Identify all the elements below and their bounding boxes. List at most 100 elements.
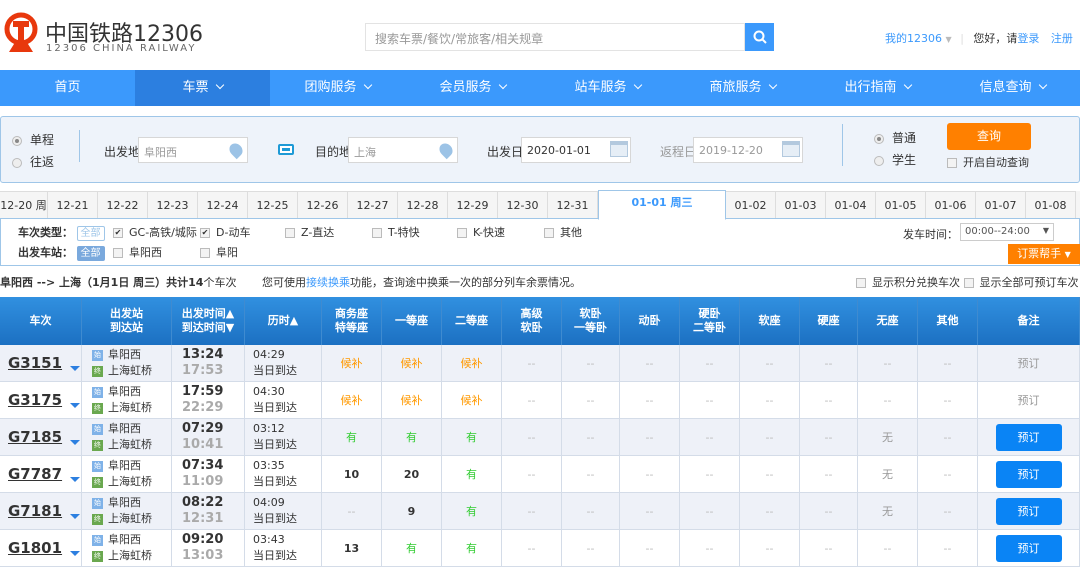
seat-availability[interactable]: 有: [406, 540, 417, 556]
expand-stops-icon[interactable]: [70, 365, 81, 371]
nav-business[interactable]: 商旅服务: [675, 70, 810, 106]
oneway-radio[interactable]: 单程: [12, 131, 54, 148]
nav-station[interactable]: 站车服务: [540, 70, 675, 106]
transfer-link[interactable]: 接续换乘: [306, 276, 350, 289]
seat-availability[interactable]: 有: [466, 429, 477, 445]
duration: 04:30: [253, 385, 285, 398]
seat-availability[interactable]: 候补: [461, 355, 483, 371]
seat-availability[interactable]: 有: [466, 540, 477, 556]
stations-cell: 始阜阳西终上海虹桥: [82, 382, 172, 418]
type-other-checkbox[interactable]: 其他: [544, 224, 582, 240]
seat-availability[interactable]: 有: [346, 429, 357, 445]
train-number-link[interactable]: G3151: [8, 354, 62, 372]
train-number-link[interactable]: G3175: [8, 391, 62, 409]
seat-availability[interactable]: 20: [404, 468, 419, 481]
booking-helper-button[interactable]: 订票帮手 ▼: [1008, 244, 1080, 264]
type-t-checkbox[interactable]: T-特快: [372, 224, 420, 240]
station-fuyang-checkbox[interactable]: 阜阳: [200, 244, 238, 260]
seat-availability[interactable]: 有: [406, 429, 417, 445]
nav-info[interactable]: 信息查询: [945, 70, 1080, 106]
seat-availability[interactable]: 有: [466, 466, 477, 482]
login-link[interactable]: 登录: [1017, 32, 1039, 45]
train-number-link[interactable]: G1801: [8, 539, 62, 557]
date-tab-selected[interactable]: 01-01 周三: [598, 190, 726, 220]
station-all-button[interactable]: 全部: [76, 246, 105, 261]
expand-stops-icon[interactable]: [70, 402, 81, 408]
type-k-checkbox[interactable]: K-快速: [457, 224, 505, 240]
date-tab[interactable]: 12-30: [498, 191, 548, 218]
date-tab[interactable]: 12-29: [448, 191, 498, 218]
date-tab[interactable]: 01-04: [826, 191, 876, 218]
my12306-link[interactable]: 我的12306: [885, 32, 942, 45]
seat-availability[interactable]: 候补: [341, 355, 363, 371]
query-button[interactable]: 查询: [947, 123, 1031, 150]
date-tab[interactable]: 01-08: [1026, 191, 1076, 218]
site-search-input[interactable]: 搜索车票/餐饮/常旅客/相关规章: [365, 23, 745, 51]
expand-stops-icon[interactable]: [70, 439, 81, 445]
seat-availability[interactable]: 候补: [401, 355, 423, 371]
expand-stops-icon[interactable]: [70, 476, 81, 482]
nav-tickets[interactable]: 车票: [135, 70, 270, 106]
train-type-label: 车次类型：: [18, 226, 73, 239]
station-fuyangxi-checkbox[interactable]: 阜阳西: [113, 244, 162, 260]
date-tab[interactable]: 01-07: [976, 191, 1026, 218]
column-header: 备注: [978, 297, 1080, 345]
depart-time-label: 发车时间：: [903, 228, 958, 241]
column-header[interactable]: 历时▲: [245, 297, 322, 345]
station-name: 上海虹桥: [108, 364, 152, 377]
date-tab[interactable]: 12-31: [548, 191, 598, 218]
all-bookable-checkbox[interactable]: 显示全部可预订车次: [963, 276, 1079, 289]
type-gc-checkbox[interactable]: ✔ GC-高铁/城际: [113, 224, 197, 240]
book-button[interactable]: 预订: [995, 497, 1062, 525]
date-tab[interactable]: 01-03: [776, 191, 826, 218]
expand-stops-icon[interactable]: [70, 513, 81, 519]
type-z-checkbox[interactable]: Z-直达: [285, 224, 334, 240]
register-link[interactable]: 注册: [1051, 32, 1073, 45]
train-number-link[interactable]: G7185: [8, 428, 62, 446]
date-tab[interactable]: 12-26: [298, 191, 348, 218]
type-d-checkbox[interactable]: ✔ D-动车: [200, 224, 250, 240]
seat-availability[interactable]: 候补: [401, 392, 423, 408]
depart-time-select[interactable]: 00:00--24:00 ▼: [960, 223, 1054, 241]
seat-availability[interactable]: 候补: [341, 392, 363, 408]
nav-guide[interactable]: 出行指南: [810, 70, 945, 106]
date-tab[interactable]: 01-06: [926, 191, 976, 218]
train-type-all-button[interactable]: 全部: [76, 226, 105, 241]
book-button[interactable]: 预订: [995, 534, 1062, 562]
swap-stations-icon[interactable]: [278, 144, 294, 155]
date-tab[interactable]: 01-05: [876, 191, 926, 218]
seat-availability[interactable]: 有: [466, 503, 477, 519]
date-tab[interactable]: 12-27: [348, 191, 398, 218]
seat-availability[interactable]: 9: [408, 505, 416, 518]
normal-ticket-radio[interactable]: 普通: [874, 129, 916, 146]
date-tab[interactable]: 12-25: [248, 191, 298, 218]
date-tab[interactable]: 12-24: [198, 191, 248, 218]
points-trains-checkbox[interactable]: 显示积分兑换车次: [856, 276, 960, 289]
seat-cell: 有: [442, 456, 502, 492]
date-tab[interactable]: 12-28: [398, 191, 448, 218]
student-ticket-radio[interactable]: 学生: [874, 151, 916, 168]
calendar-icon[interactable]: [610, 141, 628, 157]
date-tab[interactable]: 12-20 周: [0, 191, 48, 218]
book-button[interactable]: 预订: [995, 423, 1062, 451]
book-button[interactable]: 预订: [995, 460, 1062, 488]
date-tab[interactable]: 12-21: [48, 191, 98, 218]
nav-group[interactable]: 团购服务: [270, 70, 405, 106]
calendar-icon[interactable]: [782, 141, 800, 157]
roundtrip-radio[interactable]: 往返: [12, 153, 54, 170]
seat-availability[interactable]: 10: [344, 468, 359, 481]
expand-stops-icon[interactable]: [70, 550, 81, 556]
column-header[interactable]: 出发时间▲ 到达时间▼: [172, 297, 245, 345]
date-tab[interactable]: 12-23: [148, 191, 198, 218]
seat-availability[interactable]: 13: [344, 542, 359, 555]
date-tab[interactable]: 01-02: [726, 191, 776, 218]
train-number-link[interactable]: G7181: [8, 502, 62, 520]
arrival-day: 当日到达: [253, 438, 297, 451]
date-tab[interactable]: 12-22: [98, 191, 148, 218]
nav-home[interactable]: 首页: [0, 70, 135, 106]
search-button[interactable]: [745, 23, 774, 51]
seat-availability[interactable]: 候补: [461, 392, 483, 408]
train-number-link[interactable]: G7787: [8, 465, 62, 483]
auto-query-checkbox[interactable]: 开启自动查询: [947, 154, 1029, 170]
nav-member[interactable]: 会员服务: [405, 70, 540, 106]
